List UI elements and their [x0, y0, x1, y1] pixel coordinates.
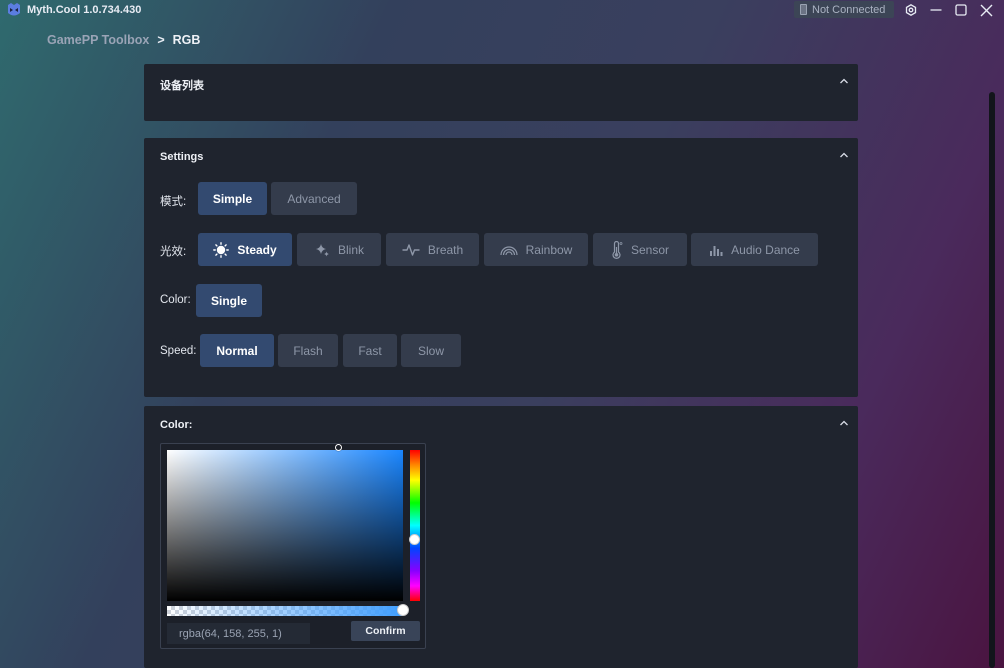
- settings-panel: Settings 模式: Simple Advanced 光效: Steady …: [144, 138, 858, 397]
- app-title: Myth.Cool 1.0.734.430: [27, 4, 142, 16]
- panel-title: 设备列表: [160, 80, 204, 92]
- app-logo-icon: [8, 3, 20, 16]
- button-label: Rainbow: [525, 242, 573, 257]
- color-value-input[interactable]: [167, 623, 310, 644]
- button-label: Single: [210, 293, 247, 308]
- device-list-panel: 设备列表: [144, 64, 858, 121]
- breadcrumb: GamePP Toolbox > RGB: [47, 33, 200, 47]
- connection-status-badge[interactable]: Not Connected: [794, 1, 894, 18]
- effect-audio-dance-button[interactable]: Audio Dance: [691, 233, 818, 266]
- breadcrumb-current: RGB: [172, 33, 201, 47]
- button-label: Audio Dance: [731, 242, 800, 257]
- title-bar: Myth.Cool 1.0.734.430 Not Connected: [0, 0, 1004, 20]
- scrollbar-thumb[interactable]: [989, 92, 995, 668]
- effect-breath-button[interactable]: Breath: [386, 233, 479, 266]
- close-button[interactable]: [977, 1, 995, 19]
- button-label: Advanced: [287, 191, 341, 206]
- color-single-button[interactable]: Single: [196, 284, 262, 317]
- pulse-icon: [402, 243, 420, 256]
- effect-sensor-button[interactable]: Sensor: [593, 233, 687, 266]
- button-label: Simple: [212, 191, 253, 206]
- saturation-value-area[interactable]: [167, 450, 403, 601]
- minimize-button[interactable]: [927, 1, 945, 19]
- speed-flash-button[interactable]: Flash: [278, 334, 338, 367]
- button-label: Slow: [417, 343, 444, 358]
- effect-blink-button[interactable]: Blink: [297, 233, 381, 266]
- thermometer-icon: [612, 240, 623, 259]
- equalizer-icon: [710, 245, 723, 256]
- rainbow-icon: [500, 245, 518, 255]
- button-label: Breath: [427, 242, 464, 257]
- color-picker: Confirm: [160, 443, 426, 649]
- confirm-button[interactable]: Confirm: [351, 621, 420, 641]
- color-label: Color:: [160, 294, 191, 306]
- device-icon: [800, 4, 807, 15]
- chevron-up-icon[interactable]: [838, 149, 850, 161]
- breadcrumb-separator: >: [157, 33, 165, 47]
- button-label: Fast: [358, 343, 382, 358]
- button-label: Blink: [337, 242, 364, 257]
- effect-label: 光效:: [160, 246, 187, 258]
- effect-steady-button[interactable]: Steady: [198, 233, 292, 266]
- button-label: Sensor: [630, 242, 670, 257]
- settings-button[interactable]: [902, 1, 920, 19]
- close-icon: [980, 4, 992, 16]
- chevron-up-icon[interactable]: [838, 75, 850, 87]
- minimize-icon: [930, 9, 942, 11]
- speed-slow-button[interactable]: Slow: [401, 334, 461, 367]
- button-label: Normal: [216, 343, 258, 358]
- sparkle-icon: [315, 243, 329, 256]
- gear-icon: [905, 4, 917, 16]
- speed-label: Speed:: [160, 345, 197, 357]
- chevron-up-icon[interactable]: [838, 417, 850, 429]
- alpha-slider-thumb[interactable]: [397, 604, 409, 616]
- button-label: Steady: [237, 242, 277, 257]
- button-label: Flash: [293, 343, 323, 358]
- panel-title: Color:: [160, 419, 193, 431]
- speed-normal-button[interactable]: Normal: [200, 334, 274, 367]
- effect-rainbow-button[interactable]: Rainbow: [484, 233, 588, 266]
- sun-icon: [213, 241, 230, 258]
- breadcrumb-parent-link[interactable]: GamePP Toolbox: [47, 33, 149, 47]
- saturation-value-thumb[interactable]: [335, 444, 342, 451]
- mode-simple-button[interactable]: Simple: [198, 182, 267, 215]
- speed-fast-button[interactable]: Fast: [343, 334, 397, 367]
- connection-status-text: Not Connected: [812, 3, 886, 16]
- color-panel: Color: Confirm: [144, 406, 858, 668]
- panel-title: Settings: [160, 151, 204, 163]
- hue-slider-thumb[interactable]: [409, 534, 420, 545]
- mode-advanced-button[interactable]: Advanced: [271, 182, 357, 215]
- hue-slider[interactable]: [410, 450, 420, 601]
- alpha-slider[interactable]: [167, 606, 403, 616]
- mode-label: 模式:: [160, 196, 187, 208]
- maximize-button[interactable]: [952, 1, 970, 19]
- maximize-icon: [955, 4, 967, 16]
